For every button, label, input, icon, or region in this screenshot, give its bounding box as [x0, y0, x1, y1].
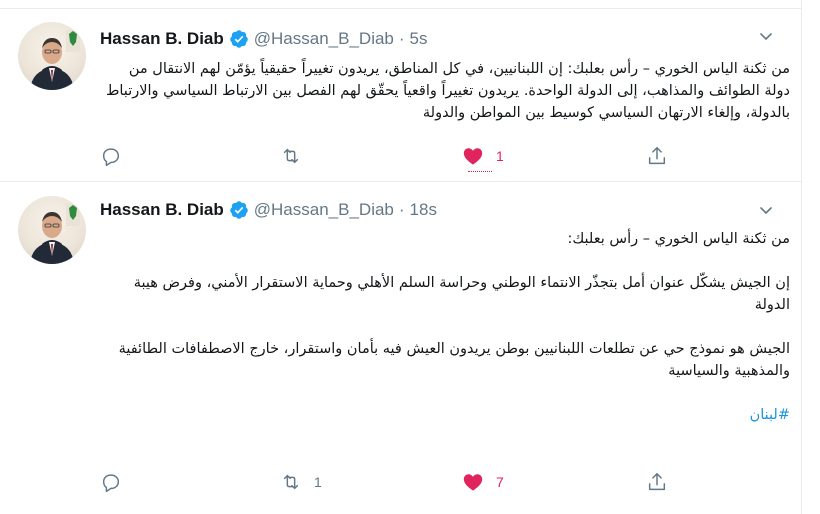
retweet-count: 1 — [314, 474, 322, 490]
tweet-text: من ثكنة الياس الخوري – رأس بعلبك: إن الل… — [100, 58, 790, 124]
verified-badge-icon — [229, 200, 249, 220]
tweet-actions: 1 — [100, 144, 680, 172]
chevron-down-icon[interactable] — [758, 202, 774, 218]
tweet-paragraph: من ثكنة الياس الخوري – رأس بعلبك: إن الل… — [105, 61, 790, 121]
reply-icon — [100, 471, 122, 493]
tweet[interactable]: Hassan B. Diab @Hassan_B_Diab · 18s من ث… — [0, 182, 802, 514]
avatar[interactable] — [18, 22, 86, 90]
author-name[interactable]: Hassan B. Diab — [100, 200, 224, 220]
retweet-button[interactable]: 1 — [280, 470, 322, 494]
tweet-paragraph: إن الجيش يشكّل عنوان أمل بتجذّر الانتماء… — [133, 275, 790, 313]
reply-icon — [100, 145, 122, 167]
retweet-icon — [280, 471, 302, 493]
share-icon — [646, 145, 668, 167]
reply-button[interactable] — [100, 144, 134, 168]
tweet-text: من ثكنة الياس الخوري – رأس بعلبك: إن الج… — [100, 228, 790, 426]
timeline: Hassan B. Diab @Hassan_B_Diab · 5s من ثك… — [0, 0, 802, 514]
avatar[interactable] — [18, 196, 86, 264]
separator-dot: · — [398, 200, 405, 219]
share-button[interactable] — [646, 144, 668, 168]
chevron-down-icon[interactable] — [758, 28, 774, 44]
tweet-header: Hassan B. Diab @Hassan_B_Diab · 18s — [100, 197, 437, 223]
tweet-paragraph: من ثكنة الياس الخوري – رأس بعلبك: — [567, 231, 790, 247]
timestamp[interactable]: 18s — [410, 200, 437, 220]
retweet-icon — [280, 145, 302, 167]
tweet-actions: 1 7 — [100, 470, 680, 494]
author-handle[interactable]: @Hassan_B_Diab — [254, 200, 394, 220]
like-button[interactable]: 7 — [462, 470, 504, 494]
share-button[interactable] — [646, 470, 668, 494]
tweet[interactable]: Hassan B. Diab @Hassan_B_Diab · 5s من ثك… — [0, 0, 802, 182]
tweet-header: Hassan B. Diab @Hassan_B_Diab · 5s — [100, 26, 428, 52]
like-button[interactable]: 1 — [462, 144, 504, 172]
author-name[interactable]: Hassan B. Diab — [100, 29, 224, 49]
like-count: 7 — [496, 474, 504, 490]
share-icon — [646, 471, 668, 493]
author-handle[interactable]: @Hassan_B_Diab — [254, 29, 394, 49]
like-count: 1 — [496, 148, 504, 164]
heart-icon — [462, 145, 484, 167]
verified-badge-icon — [229, 29, 249, 49]
tweet-paragraph: الجيش هو نموذج حي عن تطلعات اللبنانيين ب… — [118, 341, 790, 379]
retweet-button[interactable] — [280, 144, 314, 168]
reply-button[interactable] — [100, 470, 134, 494]
timestamp[interactable]: 5s — [410, 29, 428, 49]
divider — [468, 171, 492, 172]
hashtag-link[interactable]: #لبنان — [100, 404, 790, 426]
separator-dot: · — [398, 29, 405, 48]
heart-icon — [462, 471, 484, 493]
